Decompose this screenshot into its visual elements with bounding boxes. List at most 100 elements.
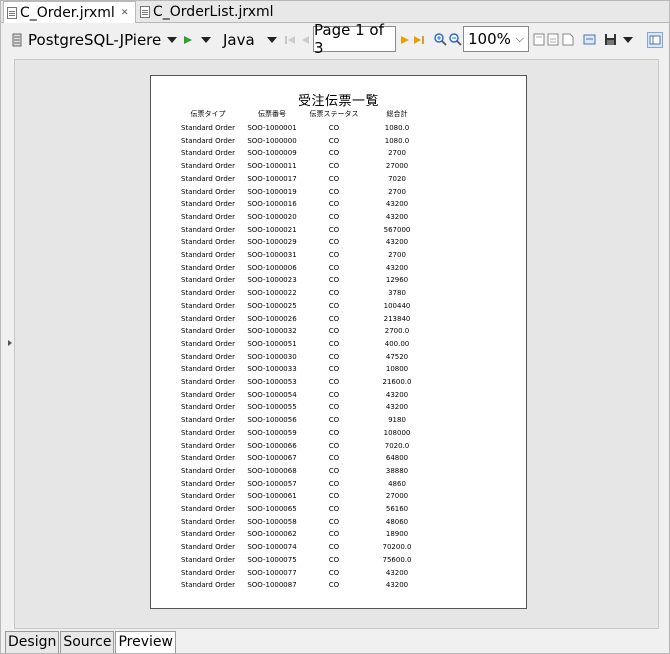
- cell-doc-no: SOO-1000009: [247, 149, 297, 158]
- export-icon[interactable]: [583, 33, 596, 46]
- toggle-panel-icon[interactable]: [647, 32, 663, 48]
- chevron-down-icon: [623, 37, 633, 43]
- datasource-label: PostgreSQL-JPiere: [28, 31, 162, 49]
- table-row: Standard Order SOO-1000017 CO 7020: [151, 173, 526, 185]
- language-label: Java: [223, 31, 255, 49]
- collapse-arrow-icon[interactable]: [8, 340, 12, 346]
- table-row: Standard Order SOO-1000031 CO 2700: [151, 249, 526, 261]
- tab-preview[interactable]: Preview: [115, 631, 176, 653]
- cell-doc-no: SOO-1000020: [247, 212, 297, 221]
- cell-grand-total: 47520: [385, 352, 409, 361]
- table-row: Standard Order SOO-1000061 CO 27000: [151, 490, 526, 502]
- cell-doc-status: CO: [328, 276, 340, 285]
- cell-doc-type: Standard Order: [181, 149, 235, 158]
- zoom-combo[interactable]: 100% ⌵: [463, 26, 529, 52]
- cell-doc-no: SOO-1000016: [247, 200, 297, 209]
- fit-actual-size-icon[interactable]: [533, 33, 545, 46]
- cell-doc-type: Standard Order: [181, 568, 235, 577]
- save-options-dropdown[interactable]: [617, 23, 633, 57]
- chevron-down-icon: ⌵: [515, 32, 524, 45]
- cell-doc-no: SOO-1000067: [247, 454, 297, 463]
- cell-doc-status: CO: [328, 174, 340, 183]
- cell-doc-no: SOO-1000031: [247, 251, 297, 259]
- cell-grand-total: 21600.0: [382, 378, 412, 386]
- run-options-dropdown[interactable]: [195, 23, 211, 57]
- cell-doc-no: SOO-1000032: [247, 327, 297, 336]
- page-indicator-text: Page 1 of 3: [314, 21, 384, 57]
- table-row: Standard Order SOO-1000030 CO 47520: [151, 351, 526, 363]
- cell-grand-total: 4860: [388, 479, 406, 488]
- cell-doc-type: Standard Order: [181, 454, 235, 463]
- table-row: Standard Order SOO-1000068 CO 38880: [151, 465, 526, 477]
- cell-doc-status: CO: [328, 568, 340, 577]
- cell-doc-no: SOO-1000011: [247, 162, 297, 171]
- cell-doc-no: SOO-1000065: [247, 505, 297, 513]
- header-doc-status: 伝票ステータス: [309, 110, 359, 118]
- zoom-out-icon[interactable]: [449, 33, 462, 46]
- cell-doc-no: SOO-1000055: [247, 403, 297, 412]
- report-title: 受注伝票一覧: [297, 94, 379, 109]
- cell-grand-total: 7020: [388, 174, 406, 183]
- cell-doc-status: CO: [328, 162, 340, 171]
- chevron-down-icon: [266, 37, 277, 43]
- fit-width-icon[interactable]: [547, 33, 559, 46]
- next-page-icon[interactable]: [399, 34, 411, 46]
- cell-doc-status: CO: [328, 124, 340, 132]
- tab-design[interactable]: Design: [5, 631, 60, 653]
- zoom-in-icon[interactable]: [434, 33, 447, 46]
- cell-doc-status: CO: [328, 517, 340, 526]
- table-row: Standard Order SOO-1000000 CO 1080.0: [151, 135, 526, 147]
- language-dropdown[interactable]: Java: [223, 23, 277, 57]
- cell-doc-no: SOO-1000030: [247, 352, 297, 361]
- cell-doc-status: CO: [328, 365, 340, 374]
- cell-doc-no: SOO-1000077: [247, 568, 297, 577]
- report-header-row: 伝票タイプ 伝票番号 伝票ステータス 総合計: [151, 108, 526, 120]
- cell-doc-status: CO: [328, 390, 340, 399]
- cell-doc-status: CO: [328, 251, 340, 259]
- cell-doc-no: SOO-1000087: [247, 581, 297, 590]
- tab-c-order[interactable]: C_Order.jrxml ✕: [3, 1, 136, 23]
- cell-doc-no: SOO-1000019: [247, 187, 297, 196]
- tab-source[interactable]: Source: [60, 631, 115, 653]
- cell-doc-status: CO: [328, 428, 340, 437]
- cell-grand-total: 43200: [385, 581, 409, 590]
- cell-doc-type: Standard Order: [181, 581, 235, 590]
- datasource-dropdown[interactable]: PostgreSQL-JPiere: [28, 23, 178, 57]
- save-icon[interactable]: [604, 33, 617, 46]
- cell-doc-type: Standard Order: [181, 327, 235, 336]
- cell-doc-no: SOO-1000074: [247, 543, 297, 552]
- chevron-down-icon: [167, 37, 178, 43]
- cell-doc-type: Standard Order: [181, 200, 235, 209]
- tab-label: C_Order.jrxml: [20, 4, 115, 21]
- run-icon[interactable]: [183, 35, 193, 45]
- cell-doc-type: Standard Order: [181, 492, 235, 501]
- cell-doc-type: Standard Order: [181, 543, 235, 552]
- close-icon[interactable]: ✕: [121, 8, 129, 18]
- table-row: Standard Order SOO-1000062 CO 18900: [151, 528, 526, 540]
- cell-grand-total: 567000: [383, 225, 411, 234]
- fit-page-icon[interactable]: [562, 33, 574, 46]
- jrxml-file-icon: [7, 6, 17, 19]
- cell-doc-status: CO: [328, 555, 340, 564]
- cell-doc-status: CO: [328, 314, 340, 323]
- previous-page-icon[interactable]: [299, 34, 311, 46]
- tab-c-orderlist[interactable]: C_OrderList.jrxml: [137, 2, 277, 21]
- cell-doc-type: Standard Order: [181, 251, 235, 259]
- cell-doc-type: Standard Order: [181, 416, 235, 425]
- cell-doc-status: CO: [328, 225, 340, 234]
- first-page-icon[interactable]: [284, 34, 296, 46]
- cell-doc-type: Standard Order: [181, 276, 235, 285]
- cell-doc-no: SOO-1000053: [247, 378, 297, 386]
- cell-doc-no: SOO-1000066: [247, 441, 297, 450]
- table-row: Standard Order SOO-1000057 CO 4860: [151, 478, 526, 490]
- cell-doc-type: Standard Order: [181, 428, 235, 437]
- cell-doc-type: Standard Order: [181, 479, 235, 488]
- cell-doc-status: CO: [328, 200, 340, 209]
- cell-grand-total: 2700: [388, 187, 406, 196]
- cell-doc-status: CO: [328, 416, 340, 425]
- last-page-icon[interactable]: [413, 34, 425, 46]
- table-row: Standard Order SOO-1000054 CO 43200: [151, 389, 526, 401]
- table-row: Standard Order SOO-1000006 CO 43200: [151, 262, 526, 274]
- table-row: Standard Order SOO-1000026 CO 213840: [151, 313, 526, 325]
- table-row: Standard Order SOO-1000074 CO 70200.0: [151, 541, 526, 553]
